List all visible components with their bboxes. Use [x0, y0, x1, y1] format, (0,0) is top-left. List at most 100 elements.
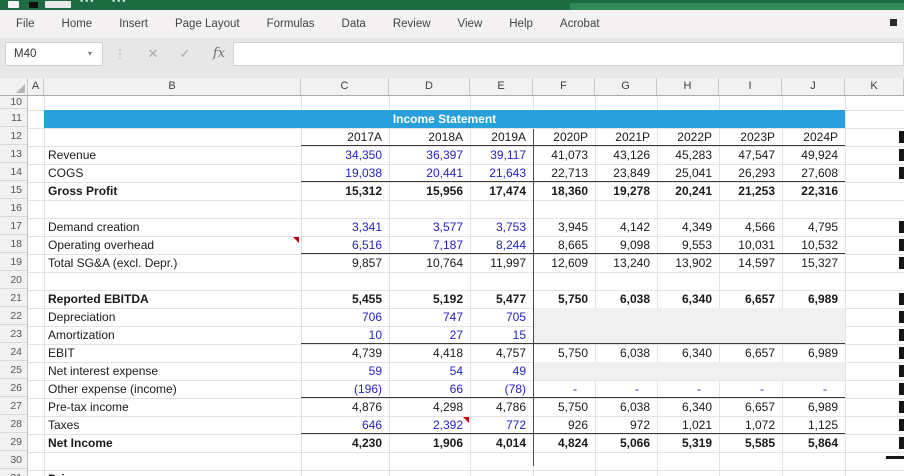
cell-I28[interactable]: 1,072	[719, 416, 775, 434]
row-header-30[interactable]: 30	[0, 452, 27, 469]
row-header-18[interactable]: 18	[0, 236, 27, 253]
cell-B25-label[interactable]: Net interest expense	[48, 362, 298, 380]
column-header-K[interactable]: K	[845, 78, 904, 95]
cell-C15[interactable]: 15,312	[301, 182, 382, 200]
cell-G24[interactable]: 6,038	[595, 344, 650, 362]
cell-G19[interactable]: 13,240	[595, 254, 650, 272]
cell-I21[interactable]: 6,657	[719, 290, 775, 308]
cell-E29[interactable]: 4,014	[470, 434, 526, 452]
cell-G15[interactable]: 19,278	[595, 182, 650, 200]
cell-E28[interactable]: 772	[470, 416, 526, 434]
cell-D15[interactable]: 15,956	[389, 182, 463, 200]
row-header-10[interactable]: 10	[0, 96, 27, 109]
cell-J27[interactable]: 6,989	[782, 398, 838, 416]
cell-J19[interactable]: 15,327	[782, 254, 838, 272]
column-header-E[interactable]: E	[470, 78, 533, 95]
cell-banner-income-statement[interactable]: Income Statement	[44, 110, 845, 128]
name-box-dropdown-icon[interactable]: ▾	[88, 42, 92, 66]
ribbon-tab-home[interactable]: Home	[62, 18, 93, 30]
cell-I24[interactable]: 6,657	[719, 344, 775, 362]
cell-D29[interactable]: 1,906	[389, 434, 463, 452]
cell-G27[interactable]: 6,038	[595, 398, 650, 416]
cell-H18[interactable]: 9,553	[657, 236, 712, 254]
column-header-G[interactable]: G	[595, 78, 657, 95]
cell-J13[interactable]: 49,924	[782, 146, 838, 164]
cell-C26[interactable]: (196)	[301, 380, 382, 398]
cell-E25[interactable]: 49	[470, 362, 526, 380]
row-header-16[interactable]: 16	[0, 200, 27, 217]
cell-B17-label[interactable]: Demand creation	[48, 218, 298, 236]
cell-F27[interactable]: 5,750	[533, 398, 588, 416]
cell-B31-label[interactable]: Drivers	[48, 470, 298, 476]
cell-F21[interactable]: 5,750	[533, 290, 588, 308]
cell-C28[interactable]: 646	[301, 416, 382, 434]
cell-F13[interactable]: 41,073	[533, 146, 588, 164]
column-header-J[interactable]: J	[782, 78, 845, 95]
row-header-14[interactable]: 14	[0, 164, 27, 181]
cell-E18[interactable]: 8,244	[470, 236, 526, 254]
row-header-29[interactable]: 29	[0, 434, 27, 451]
cell-H19[interactable]: 13,902	[657, 254, 712, 272]
cell-H29[interactable]: 5,319	[657, 434, 712, 452]
cell-J15[interactable]: 22,316	[782, 182, 838, 200]
cell-I18[interactable]: 10,031	[719, 236, 775, 254]
cell-I17[interactable]: 4,566	[719, 218, 775, 236]
cell-E12[interactable]: 2019A	[470, 128, 526, 146]
cell-C17[interactable]: 3,341	[301, 218, 382, 236]
cell-F28[interactable]: 926	[533, 416, 588, 434]
cell-E17[interactable]: 3,753	[470, 218, 526, 236]
cell-B26-label[interactable]: Other expense (income)	[48, 380, 298, 398]
cell-D25[interactable]: 54	[389, 362, 463, 380]
cell-I29[interactable]: 5,585	[719, 434, 775, 452]
cell-D17[interactable]: 3,577	[389, 218, 463, 236]
cell-E13[interactable]: 39,117	[470, 146, 526, 164]
cell-C29[interactable]: 4,230	[301, 434, 382, 452]
enter-icon[interactable]: ✓	[172, 42, 198, 66]
cell-F29[interactable]: 4,824	[533, 434, 588, 452]
cell-G21[interactable]: 6,038	[595, 290, 650, 308]
cell-B21-label[interactable]: Reported EBITDA	[48, 290, 298, 308]
cell-C21[interactable]: 5,455	[301, 290, 382, 308]
cell-B19-label[interactable]: Total SG&A (excl. Depr.)	[48, 254, 298, 272]
column-header-C[interactable]: C	[301, 78, 389, 95]
cell-H26[interactable]: -	[657, 380, 701, 398]
cell-B18-label[interactable]: Operating overhead	[48, 236, 298, 254]
cell-G13[interactable]: 43,126	[595, 146, 650, 164]
cell-E22[interactable]: 705	[470, 308, 526, 326]
cell-F17[interactable]: 3,945	[533, 218, 588, 236]
row-header-20[interactable]: 20	[0, 272, 27, 289]
column-header-I[interactable]: I	[719, 78, 782, 95]
cell-B23-label[interactable]: Amortization	[48, 326, 298, 344]
cell-D22[interactable]: 747	[389, 308, 463, 326]
ribbon-tab-insert[interactable]: Insert	[119, 18, 148, 30]
cell-G26[interactable]: -	[595, 380, 639, 398]
cell-D13[interactable]: 36,397	[389, 146, 463, 164]
quick-access-button[interactable]	[8, 1, 19, 8]
shaded-cells-row-23[interactable]	[534, 326, 845, 344]
quick-access-button[interactable]	[45, 1, 71, 8]
cell-C12[interactable]: 2017A	[301, 128, 382, 146]
cell-I15[interactable]: 21,253	[719, 182, 775, 200]
cell-D12[interactable]: 2018A	[389, 128, 463, 146]
row-header-17[interactable]: 17	[0, 218, 27, 235]
cell-D19[interactable]: 10,764	[389, 254, 463, 272]
cell-J12[interactable]: 2024P	[782, 128, 838, 146]
cell-H17[interactable]: 4,349	[657, 218, 712, 236]
cell-H15[interactable]: 20,241	[657, 182, 712, 200]
cell-C14[interactable]: 19,038	[301, 164, 382, 182]
cell-C24[interactable]: 4,739	[301, 344, 382, 362]
row-header-21[interactable]: 21	[0, 290, 27, 307]
cell-H12[interactable]: 2022P	[657, 128, 712, 146]
row-header-27[interactable]: 27	[0, 398, 27, 415]
cell-D26[interactable]: 66	[389, 380, 463, 398]
cell-B24-label[interactable]: EBIT	[48, 344, 298, 362]
cell-G17[interactable]: 4,142	[595, 218, 650, 236]
row-header-11[interactable]: 11	[0, 110, 27, 127]
cell-H28[interactable]: 1,021	[657, 416, 712, 434]
row-header-15[interactable]: 15	[0, 182, 27, 199]
cell-D27[interactable]: 4,298	[389, 398, 463, 416]
cell-F15[interactable]: 18,360	[533, 182, 588, 200]
row-header-24[interactable]: 24	[0, 344, 27, 361]
ribbon-tab-review[interactable]: Review	[393, 18, 431, 30]
cell-E19[interactable]: 11,997	[470, 254, 526, 272]
